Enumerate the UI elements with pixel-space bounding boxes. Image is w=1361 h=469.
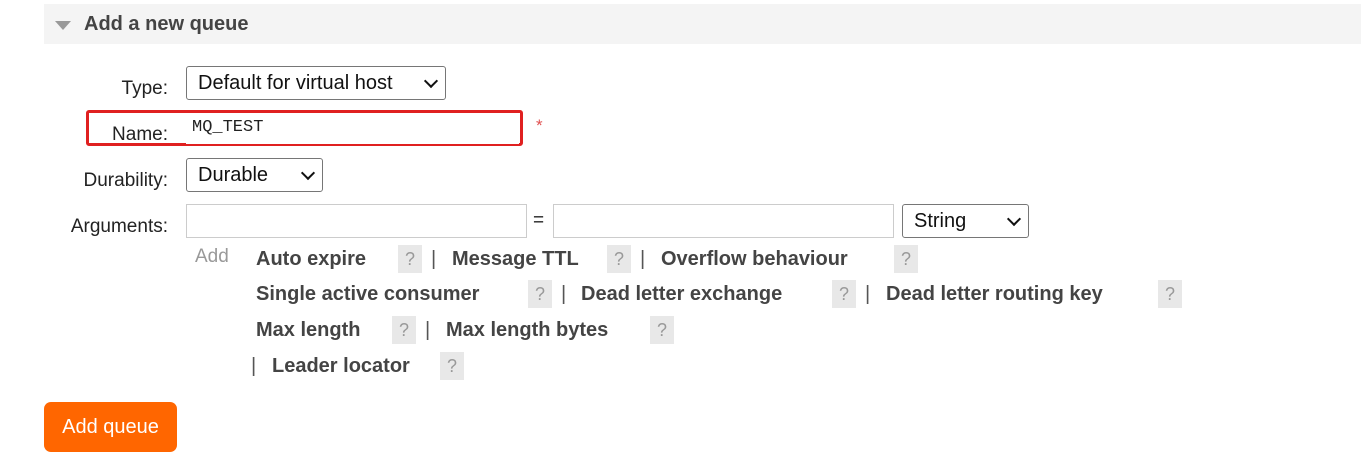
argument-type-select[interactable]: String [902, 204, 1029, 238]
add-queue-button[interactable]: Add queue [44, 402, 177, 452]
arg-link-dead-letter-exchange[interactable]: Dead letter exchange [581, 283, 782, 306]
separator: | [865, 283, 871, 305]
help-icon[interactable]: ? [894, 245, 918, 273]
argument-type-value: String [914, 209, 967, 232]
separator: | [251, 355, 257, 377]
separator: | [425, 319, 431, 341]
help-icon[interactable]: ? [392, 316, 416, 344]
equals-sign: = [533, 210, 545, 231]
name-label: Name: [112, 124, 168, 145]
add-label: Add [195, 246, 229, 267]
arguments-label: Arguments: [70, 216, 168, 237]
arg-link-max-length-bytes[interactable]: Max length bytes [446, 319, 608, 342]
section-title: Add a new queue [84, 12, 249, 35]
durability-label: Durability: [83, 170, 168, 191]
collapse-triangle-icon[interactable] [55, 20, 71, 30]
help-icon[interactable]: ? [398, 245, 422, 273]
help-icon[interactable]: ? [1158, 280, 1182, 308]
help-icon[interactable]: ? [440, 352, 464, 380]
arg-link-max-length[interactable]: Max length [256, 319, 360, 342]
section-header-add-queue[interactable]: Add a new queue [44, 4, 1361, 44]
durability-select[interactable]: Durable [186, 158, 323, 192]
help-icon[interactable]: ? [528, 280, 552, 308]
arg-link-overflow-behaviour[interactable]: Overflow behaviour [661, 248, 848, 271]
arg-link-dead-letter-routing-key[interactable]: Dead letter routing key [886, 283, 1103, 306]
required-marker: * [536, 116, 543, 135]
argument-value-input[interactable] [553, 204, 894, 238]
arg-link-auto-expire[interactable]: Auto expire [256, 248, 366, 271]
separator: | [561, 283, 567, 305]
name-input-value: MQ_TEST [192, 118, 264, 137]
chevron-down-icon [300, 165, 316, 181]
separator: | [431, 248, 437, 270]
separator: | [640, 248, 646, 270]
help-icon[interactable]: ? [607, 245, 631, 273]
arg-link-single-active-consumer[interactable]: Single active consumer [256, 283, 479, 306]
help-icon[interactable]: ? [832, 280, 856, 308]
type-select[interactable]: Default for virtual host [186, 66, 446, 100]
durability-select-value: Durable [198, 163, 269, 186]
type-label: Type: [121, 78, 168, 99]
arg-link-message-ttl[interactable]: Message TTL [452, 248, 579, 271]
argument-key-input[interactable] [186, 204, 527, 238]
arg-link-leader-locator[interactable]: Leader locator [272, 355, 410, 378]
help-icon[interactable]: ? [650, 316, 674, 344]
type-select-value: Default for virtual host [198, 71, 393, 94]
chevron-down-icon [1006, 211, 1022, 227]
chevron-down-icon [423, 73, 439, 89]
